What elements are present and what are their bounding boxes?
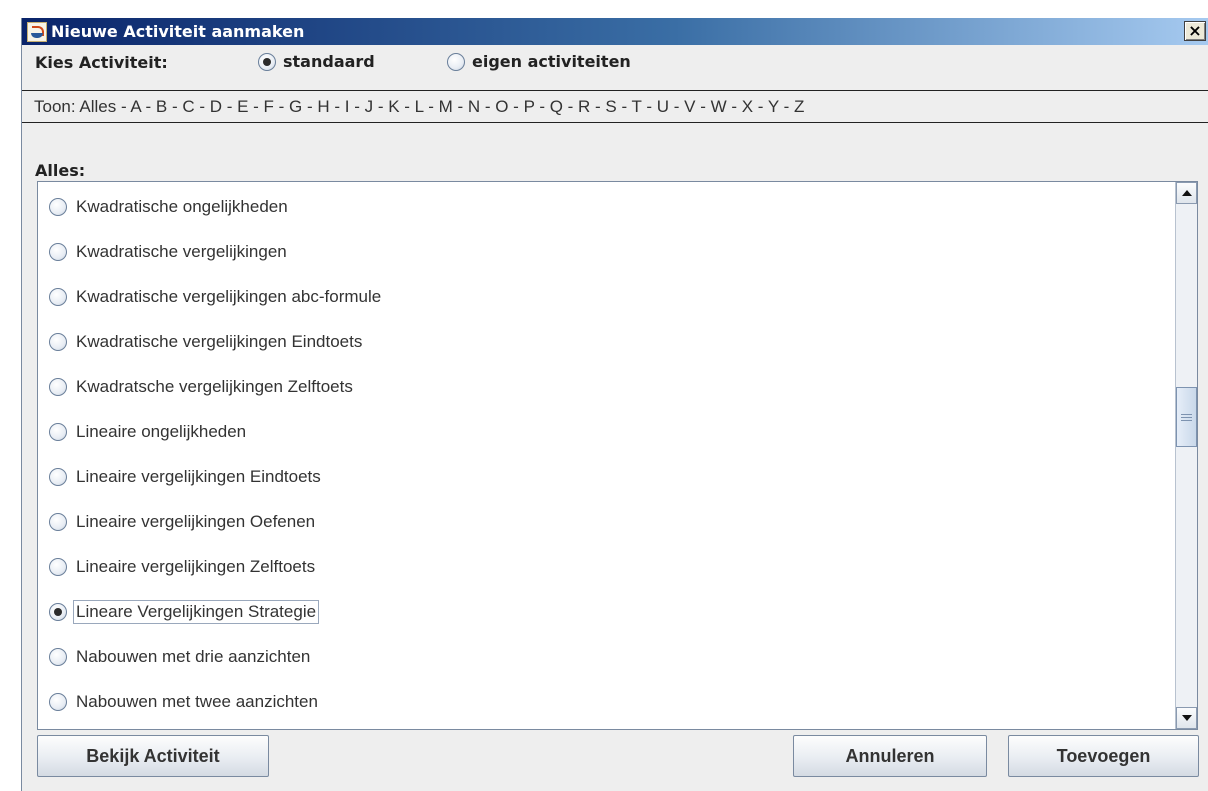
scroll-thumb[interactable]	[1176, 387, 1197, 447]
list-item[interactable]: Kwadratsche vergelijkingen Zelftoets	[38, 364, 1168, 409]
scroll-down-button[interactable]	[1176, 707, 1197, 729]
list-item[interactable]: Lineaire vergelijkingen Oefenen	[38, 499, 1168, 544]
grip-icon	[1181, 413, 1192, 415]
radio-standaard-indicator[interactable]	[258, 52, 276, 71]
list-item-radio[interactable]	[49, 422, 67, 441]
cancel-button[interactable]: Annuleren	[793, 735, 987, 777]
list-item[interactable]: Lineaire ongelijkheden	[38, 409, 1168, 454]
radio-standaard-label: standaard	[283, 52, 375, 71]
list-item-radio[interactable]	[49, 647, 67, 666]
vertical-scrollbar[interactable]	[1175, 182, 1197, 729]
activity-type-label: Kies Activiteit:	[35, 53, 168, 72]
list-item-label: Lineaire vergelijkingen Oefenen	[76, 511, 316, 531]
list-item-radio[interactable]	[49, 377, 67, 396]
list-item-label: Kwadratische ongelijkheden	[76, 196, 288, 216]
list-item[interactable]: Kwadratische vergelijkingen Eindtoets	[38, 319, 1168, 364]
close-button[interactable]: ×	[1184, 21, 1206, 41]
grip-icon	[1181, 416, 1192, 418]
view-activity-button[interactable]: Bekijk Activiteit	[37, 735, 269, 777]
list-item-label: Kwadratische vergelijkingen abc-formule	[76, 286, 382, 306]
title-bar[interactable]: Nieuwe Activiteit aanmaken ×	[22, 18, 1208, 45]
list-item-radio[interactable]	[49, 332, 67, 351]
list-item[interactable]: Kwadratische ongelijkheden	[38, 184, 1168, 229]
list-item-radio[interactable]	[49, 287, 67, 306]
list-item-radio[interactable]	[49, 467, 67, 486]
dialog-window: Nieuwe Activiteit aanmaken × Kies Activi…	[21, 18, 1208, 791]
radio-eigen-activiteiten-label: eigen activiteiten	[472, 52, 631, 71]
list-heading: Alles:	[35, 161, 86, 180]
list-item[interactable]: Kwadratische vergelijkingen	[38, 229, 1168, 274]
list-item-selected[interactable]: Lineare Vergelijkingen Strategie	[38, 589, 1168, 634]
list-item-label: Lineaire vergelijkingen Zelftoets	[76, 556, 316, 576]
list-item-radio[interactable]	[49, 242, 67, 261]
list-item[interactable]: Lineaire vergelijkingen Zelftoets	[38, 544, 1168, 589]
window-title: Nieuwe Activiteit aanmaken	[51, 22, 305, 41]
radio-eigen-activiteiten[interactable]: eigen activiteiten	[447, 52, 631, 71]
add-button[interactable]: Toevoegen	[1008, 735, 1199, 777]
arrow-down-icon	[1181, 715, 1192, 721]
radio-eigen-activiteiten-indicator[interactable]	[447, 52, 465, 71]
letter-filter-bar: Toon: Alles - A - B - C - D - E - F - G …	[22, 90, 1208, 123]
list-item-label: Nabouwen met drie aanzichten	[76, 646, 311, 666]
activity-list: Kwadratische ongelijkheden Kwadratische …	[37, 181, 1198, 730]
list-item[interactable]: Kwadratische vergelijkingen abc-formule	[38, 274, 1168, 319]
list-item-radio[interactable]	[49, 512, 67, 531]
list-item-label: Nabouwen met twee aanzichten	[76, 691, 318, 711]
close-icon: ×	[1188, 21, 1202, 40]
list-item-label: Kwadratische vergelijkingen Eindtoets	[76, 331, 363, 351]
letter-filter-text[interactable]: Toon: Alles - A - B - C - D - E - F - G …	[34, 97, 804, 117]
list-item[interactable]: Nabouwen met drie aanzichten	[38, 634, 1168, 679]
list-item-label: Lineare Vergelijkingen Strategie	[73, 599, 320, 624]
grip-icon	[1181, 419, 1192, 421]
radio-standaard[interactable]: standaard	[258, 52, 375, 71]
activity-type-row: Kies Activiteit: standaard eigen activit…	[22, 47, 1208, 77]
scroll-up-button[interactable]	[1176, 182, 1197, 204]
list-item-radio[interactable]	[49, 197, 67, 216]
list-item[interactable]: Lineaire vergelijkingen Eindtoets	[38, 454, 1168, 499]
list-item[interactable]: Nabouwen met twee aanzichten	[38, 679, 1168, 724]
list-item-radio[interactable]	[49, 602, 67, 621]
list-item-radio[interactable]	[49, 692, 67, 711]
list-item-label: Kwadratsche vergelijkingen Zelftoets	[76, 376, 353, 396]
list-item-label: Kwadratische vergelijkingen	[76, 241, 287, 261]
arrow-up-icon	[1181, 190, 1192, 196]
java-cup-icon	[27, 21, 47, 42]
list-item-radio[interactable]	[49, 557, 67, 576]
list-item-label: Lineaire vergelijkingen Eindtoets	[76, 466, 321, 486]
list-item-label: Lineaire ongelijkheden	[76, 421, 247, 441]
